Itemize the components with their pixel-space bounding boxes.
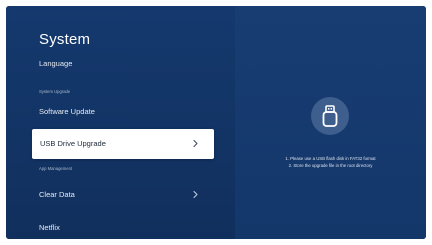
menu-item-usb-drive-upgrade-label: USB Drive Upgrade [40, 139, 106, 148]
chevron-right-icon [193, 191, 198, 198]
menu-item-software-update[interactable]: Software Update [39, 107, 95, 116]
instruction-line-2: 2. Store the upgrade file in the root di… [288, 163, 373, 168]
menu-item-netflix[interactable]: Netflix [39, 223, 60, 232]
instruction-line-1: 1. Please use a USB flash disk in FAT32 … [285, 156, 376, 161]
section-label-system-upgrade: System Upgrade [39, 89, 71, 94]
section-label-app-management: App Management [39, 166, 73, 171]
page-title: System [39, 31, 91, 48]
settings-screen: System Language System Upgrade Software … [6, 6, 426, 239]
upgrade-instructions: 1. Please use a USB flash disk in FAT32 … [235, 155, 426, 169]
usb-flash-drive-icon [311, 97, 349, 135]
menu-item-usb-drive-upgrade[interactable]: USB Drive Upgrade [32, 129, 214, 159]
chevron-right-icon [193, 140, 198, 147]
menu-item-clear-data[interactable]: Clear Data [39, 190, 75, 199]
menu-item-language[interactable]: Language [39, 59, 72, 68]
settings-menu-panel: System Language System Upgrade Software … [6, 6, 235, 239]
